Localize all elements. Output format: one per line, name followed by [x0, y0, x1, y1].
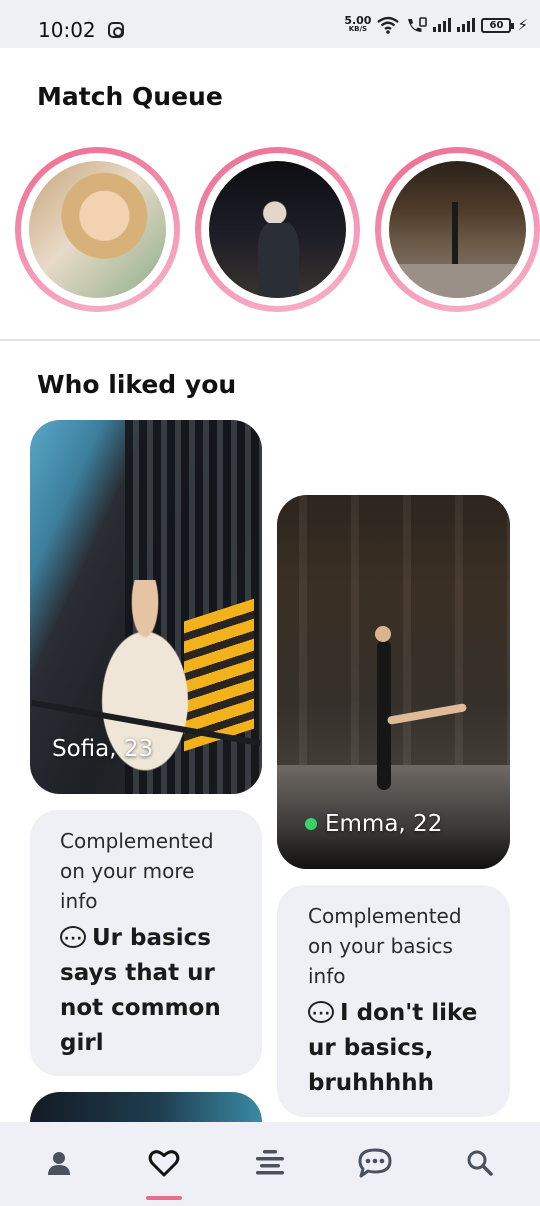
like-comment-card-sofia[interactable]: Complemented on your more info Ur basics… [30, 810, 262, 1076]
instagram-notification-icon [108, 22, 124, 38]
wifi-icon [377, 16, 400, 34]
battery-icon: 60 [481, 17, 515, 33]
speech-bubble-icon [308, 997, 334, 1032]
card-name: Sofia, 23 [52, 736, 153, 762]
match-queue-item[interactable] [375, 147, 540, 312]
like-comment-card-emma[interactable]: Complemented on your basics info I don't… [277, 885, 510, 1117]
match-queue-title: Match Queue [37, 82, 223, 111]
network-speed-value: 5.00 [344, 14, 372, 27]
nav-likes[interactable] [136, 1140, 192, 1186]
volte-call-icon [408, 17, 428, 32]
nav-profile[interactable] [31, 1140, 87, 1186]
comment-meta-line: Complemented [308, 904, 462, 928]
comment-meta-line: Complemented [60, 829, 214, 853]
nav-chat[interactable] [347, 1140, 403, 1186]
charging-icon: ⚡ [517, 16, 528, 34]
active-tab-indicator [146, 1196, 182, 1200]
like-card-photo-emma[interactable]: Emma, 22 [277, 495, 510, 869]
comment-message: I don't like ur basics, bruhhhhh [308, 996, 488, 1101]
like-card-photo-sofia[interactable]: Sofia, 23 [30, 420, 262, 794]
search-icon [467, 1150, 493, 1176]
comment-meta-line: info [308, 964, 346, 988]
comment-meta-line: on your basics [308, 934, 453, 958]
match-queue-item[interactable] [195, 147, 360, 312]
profile-icon [48, 1152, 70, 1175]
card-name: Emma, 22 [305, 811, 442, 837]
comment-message: Ur basics says that ur not common girl [60, 921, 240, 1061]
comment-meta: Complemented on your basics info [308, 901, 488, 991]
match-queue-item[interactable] [15, 147, 180, 312]
heart-icon [148, 1150, 180, 1177]
chat-icon [358, 1148, 392, 1178]
card-name-text: Emma, 22 [325, 811, 443, 837]
bottom-navigation [0, 1122, 540, 1206]
network-speed-unit: KB/S [348, 25, 368, 33]
comment-meta: Complemented on your more info [60, 826, 240, 916]
comment-meta-line: on your more [60, 859, 195, 883]
comment-message-text: Ur basics says that ur not common girl [60, 925, 221, 1056]
online-status-dot [305, 818, 317, 830]
status-bar: 10:02 5.00 KB/S 60 ⚡ [0, 0, 540, 48]
card-name-text: Sofia, 23 [52, 736, 154, 762]
signal-icon-1 [433, 18, 452, 32]
network-speed: 5.00 KB/S [344, 14, 372, 34]
section-divider [0, 339, 540, 341]
signal-icon-2 [457, 18, 476, 32]
comment-meta-line: info [60, 889, 98, 913]
nav-search[interactable] [452, 1140, 508, 1186]
status-time: 10:02 [38, 18, 96, 42]
nav-feed[interactable] [242, 1140, 298, 1186]
match-avatar [29, 161, 166, 298]
who-liked-you-title: Who liked you [37, 370, 237, 399]
speech-bubble-icon [60, 922, 86, 957]
match-avatar [209, 161, 346, 298]
match-avatar [389, 161, 526, 298]
status-icons: 5.00 KB/S 60 ⚡ [344, 14, 528, 34]
feed-icon [256, 1150, 284, 1175]
